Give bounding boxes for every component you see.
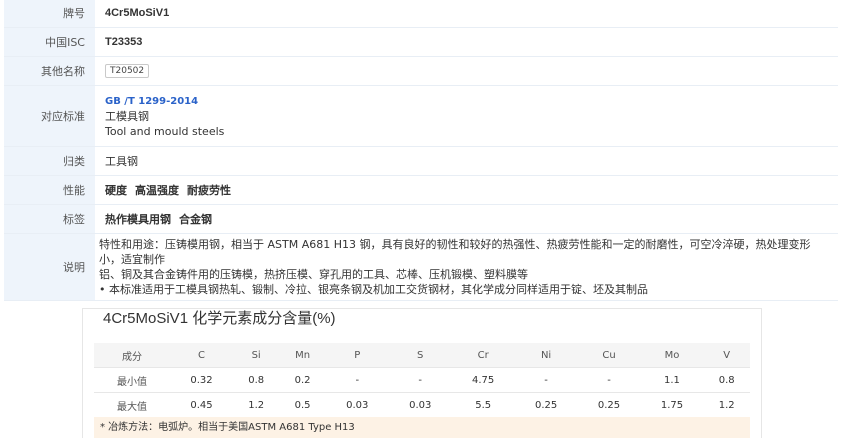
value-cell: -	[577, 367, 641, 393]
composition-card: 4Cr5MoSiV1 化学元素成分含量(%) 成分 C Si Mn P S Cr…	[82, 308, 762, 438]
value-cell: 0.03	[325, 392, 389, 418]
value-cell: 1.1	[640, 367, 704, 393]
composition-header-row: 成分 C Si Mn P S Cr Ni Cu Mo V	[94, 343, 750, 368]
properties-value: 硬度 高温强度 耐疲劳性	[95, 175, 838, 205]
value-cell: -	[325, 367, 389, 393]
row-properties: 性能 硬度 高温强度 耐疲劳性	[4, 175, 838, 205]
row-category: 归类 工具钢	[4, 146, 838, 176]
isc-label: 中国ISC	[4, 27, 95, 57]
standard-en-name: Tool and mould steels	[105, 124, 225, 138]
composition-row-min: 最小值 0.32 0.8 0.2 - - 4.75 - - 1.1 0.8	[94, 367, 750, 393]
value-cell: 1.75	[640, 392, 704, 418]
value-cell: 0.03	[388, 392, 452, 418]
isc-value: T23353	[95, 27, 838, 57]
standard-label: 对应标准	[4, 85, 95, 147]
header-cell: Cr	[451, 343, 515, 368]
row-other-names: 其他名称 T20502	[4, 56, 838, 86]
smelting-note: * 冶炼方法：电弧炉。相当于美国ASTM A681 Type H13	[94, 417, 750, 438]
row-header-cell: 最大值	[94, 392, 170, 418]
description-line: 特性和用途：压铸模用钢，相当于 ASTM A681 H13 钢，具有良好的韧性和…	[99, 237, 811, 266]
description-label: 说明	[4, 233, 95, 301]
property-item[interactable]: 硬度	[105, 184, 127, 197]
value-cell: 0.2	[279, 367, 326, 393]
tag-item[interactable]: 热作模具用钢	[105, 213, 171, 226]
tags-value: 热作模具用钢 合金钢	[95, 204, 838, 234]
category-value: 工具钢	[95, 146, 838, 176]
value-cell: 0.45	[170, 392, 233, 418]
composition-table: 成分 C Si Mn P S Cr Ni Cu Mo V 最小值 0.32 0.…	[94, 343, 750, 418]
other-name-tag[interactable]: T20502	[105, 64, 150, 78]
value-cell: 4.75	[451, 367, 515, 393]
value-cell: 0.8	[232, 367, 280, 393]
other-names-label: 其他名称	[4, 56, 95, 86]
grade-label: 牌号	[4, 0, 95, 28]
value-cell: 1.2	[703, 392, 750, 418]
header-cell: Mn	[279, 343, 326, 368]
other-names-value: T20502	[95, 56, 838, 86]
value-cell: 0.5	[279, 392, 326, 418]
header-cell: V	[703, 343, 750, 368]
value-cell: 1.2	[232, 392, 280, 418]
value-cell: -	[514, 367, 578, 393]
property-item[interactable]: 耐疲劳性	[187, 184, 231, 197]
header-cell: P	[325, 343, 389, 368]
property-item[interactable]: 高温强度	[135, 184, 179, 197]
value-cell: -	[388, 367, 452, 393]
header-cell: C	[170, 343, 233, 368]
row-standard: 对应标准 GB /T 1299-2014 工模具钢 Tool and mould…	[4, 85, 838, 147]
standard-cn-name: 工模具钢	[105, 109, 149, 123]
grade-value: 4Cr5MoSiV1	[95, 0, 838, 28]
description-value: 特性和用途：压铸模用钢，相当于 ASTM A681 H13 钢，具有良好的韧性和…	[95, 233, 838, 301]
properties-label: 性能	[4, 175, 95, 205]
header-cell: Cu	[577, 343, 641, 368]
description-line: • 本标准适用于工模具钢热轧、锻制、冷拉、银亮条钢及机加工交货钢材，其化学成分同…	[99, 282, 648, 296]
row-header-cell: 最小值	[94, 367, 170, 393]
value-cell: 0.8	[703, 367, 750, 393]
value-cell: 0.32	[170, 367, 233, 393]
composition-title: 4Cr5MoSiV1 化学元素成分含量(%)	[103, 310, 336, 327]
value-cell: 0.25	[577, 392, 641, 418]
row-isc: 中国ISC T23353	[4, 27, 838, 57]
row-grade: 牌号 4Cr5MoSiV1	[4, 0, 838, 28]
header-cell: Si	[232, 343, 280, 368]
tags-label: 标签	[4, 204, 95, 234]
value-cell: 5.5	[451, 392, 515, 418]
description-line: 铝、铜及其合金铸件用的压铸模，热挤压模、穿孔用的工具、芯棒、压机锻模、塑料膜等	[99, 267, 528, 281]
header-cell: Mo	[640, 343, 704, 368]
row-tags: 标签 热作模具用钢 合金钢	[4, 204, 838, 234]
composition-row-max: 最大值 0.45 1.2 0.5 0.03 0.03 5.5 0.25 0.25…	[94, 392, 750, 418]
header-cell: Ni	[514, 343, 578, 368]
standard-link[interactable]: GB /T 1299-2014	[105, 96, 198, 107]
standard-value: GB /T 1299-2014 工模具钢 Tool and mould stee…	[95, 85, 838, 147]
row-description: 说明 特性和用途：压铸模用钢，相当于 ASTM A681 H13 钢，具有良好的…	[4, 233, 838, 301]
header-cell: 成分	[94, 343, 170, 368]
category-label: 归类	[4, 146, 95, 176]
header-cell: S	[388, 343, 452, 368]
material-info-table: 牌号 4Cr5MoSiV1 中国ISC T23353 其他名称 T20502 对…	[4, 0, 838, 301]
value-cell: 0.25	[514, 392, 578, 418]
tag-item[interactable]: 合金钢	[179, 213, 212, 226]
